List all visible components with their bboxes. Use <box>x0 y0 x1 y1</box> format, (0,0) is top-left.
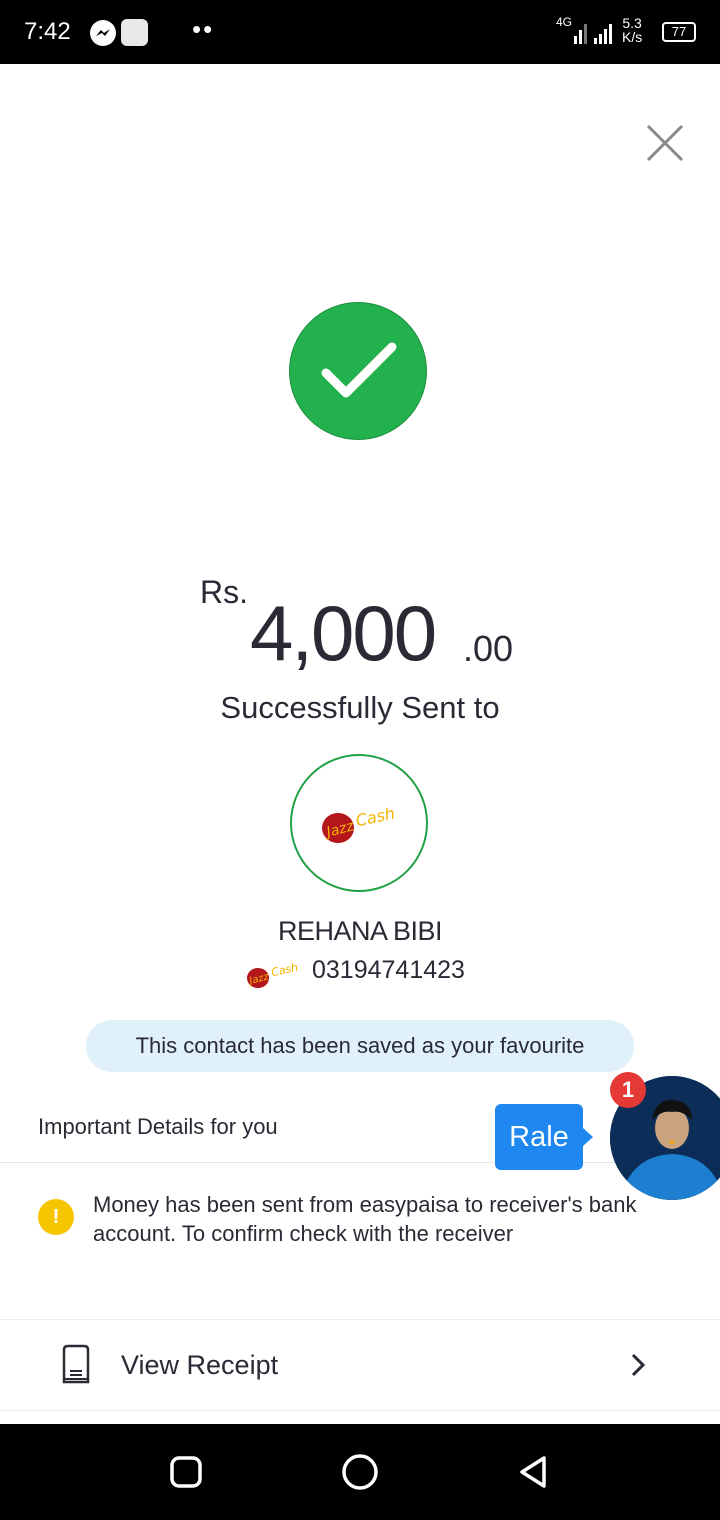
signal-icon <box>574 22 614 49</box>
info-warning-icon: ! <box>38 1199 74 1235</box>
messenger-icon <box>90 20 116 46</box>
amount-display: Rs. 4,000 .00 <box>0 570 720 680</box>
view-receipt-button[interactable]: View Receipt <box>0 1320 720 1410</box>
amount-decimal: .00 <box>463 628 514 669</box>
recipient-name: REHANA BIBI <box>277 916 443 946</box>
chat-head-bubble[interactable]: Rale <box>495 1104 593 1170</box>
back-button[interactable] <box>514 1452 554 1492</box>
status-time: 7:42 <box>24 18 71 45</box>
notification-icon <box>121 19 148 46</box>
status-bar: 7:42 •• 4G 5.3 K/s 77 <box>0 0 720 64</box>
home-icon <box>342 1454 378 1490</box>
chat-notification-badge: 1 <box>610 1072 646 1108</box>
close-button[interactable] <box>642 120 688 166</box>
svg-text:Cash: Cash <box>354 804 397 831</box>
speed-unit: K/s <box>622 29 643 45</box>
divider <box>0 1162 720 1163</box>
currency-label: Rs. <box>200 574 248 610</box>
receipt-icon <box>62 1344 90 1384</box>
view-receipt-label: View Receipt <box>121 1350 279 1380</box>
chevron-right-icon <box>631 1353 646 1377</box>
svg-text:Cash: Cash <box>270 961 299 979</box>
system-nav-bar <box>0 1424 720 1520</box>
divider <box>0 1410 720 1411</box>
network-type: 4G <box>556 15 573 29</box>
recents-icon <box>170 1456 202 1488</box>
jazzcash-small-logo: Jazz Cash <box>246 961 299 988</box>
status-message: Successfully Sent to <box>220 690 500 725</box>
back-icon <box>520 1456 546 1488</box>
more-notifications-icon: •• <box>192 14 215 44</box>
jazzcash-logo: Jazz Cash <box>322 804 397 843</box>
recipient-phone: 03194741423 <box>312 956 465 984</box>
recents-button[interactable] <box>166 1452 206 1492</box>
amount-integer: 4,000 <box>250 589 437 677</box>
battery-icon: 77 <box>662 22 696 42</box>
network-speed: 5.3 K/s <box>622 16 642 44</box>
success-check-icon <box>289 302 427 440</box>
details-message: Money has been sent from easypaisa to re… <box>93 1192 637 1246</box>
recipient-avatar: Jazz Cash <box>290 754 428 892</box>
battery-level: 77 <box>671 24 687 39</box>
details-heading: Important Details for you <box>38 1114 278 1139</box>
favourite-banner: This contact has been saved as your favo… <box>86 1020 634 1072</box>
close-icon <box>646 124 684 162</box>
home-button[interactable] <box>340 1452 380 1492</box>
